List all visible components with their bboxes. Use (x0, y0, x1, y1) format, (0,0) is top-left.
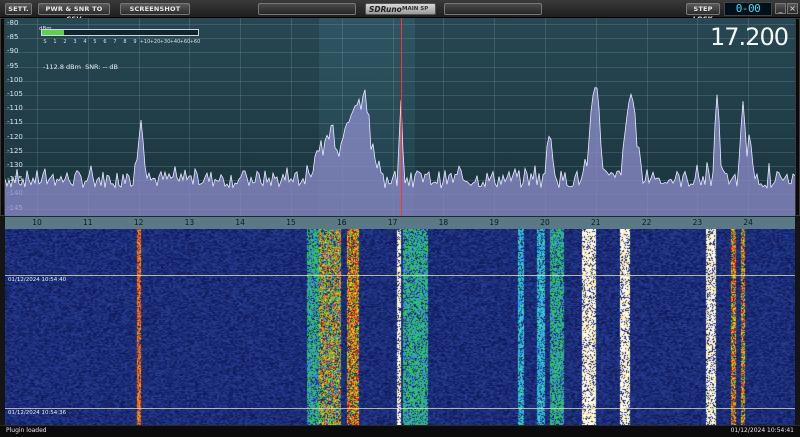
smeter-tick: 1 (53, 39, 57, 45)
waterfall-canvas (5, 229, 795, 425)
smeter-tick: S (43, 39, 47, 45)
waterfall-panel[interactable]: 01/12/2024 10:54:40 01/12/2024 10:54:36 (5, 229, 795, 425)
smeter-tick: +60 (189, 39, 201, 45)
axis-label: 14 (235, 218, 245, 227)
toolbar: SETT. PWR & SNR TO CSV SCREENSHOT SDRuno… (0, 0, 800, 23)
s-meter: dBm S123456789+10+20+30+40+60+60 (39, 26, 201, 47)
minimize-button[interactable]: _ (775, 3, 786, 14)
waterfall-timestamp-1: 01/12/2024 10:54:40 (8, 277, 67, 283)
axis-label: 21 (591, 218, 601, 227)
smeter-tick: 9 (133, 39, 137, 45)
smeter-tick: 4 (83, 39, 87, 45)
smeter-bar (41, 29, 199, 36)
axis-label: 19 (489, 218, 499, 227)
step-lock-button[interactable]: STEP LOCK (686, 3, 720, 23)
axis-label: 24 (743, 218, 753, 227)
smeter-tick: 3 (73, 39, 77, 45)
axis-label: 13 (184, 218, 195, 227)
screenshot-button[interactable]: SCREENSHOT (120, 3, 190, 15)
axis-label: 20 (540, 218, 550, 227)
smeter-tick: 2 (63, 39, 67, 45)
smeter-fill (42, 30, 64, 35)
axis-label: 12 (133, 218, 144, 227)
window-title: SDRuno MAIN SP (365, 3, 436, 15)
axis-label: 17 (387, 218, 398, 227)
axis-label: 16 (337, 218, 347, 227)
spectrum-trace (5, 87, 795, 216)
status-message: Plugin loaded (6, 427, 47, 434)
smeter-tick: 8 (123, 39, 127, 45)
sdruno-main-spectrum-window: SETT. PWR & SNR TO CSV SCREENSHOT SDRuno… (0, 0, 800, 437)
smeter-tick: 7 (113, 39, 117, 45)
spectrum-panel[interactable]: -80 -85 -90 -95 -100 -105 -110 -115 -120 -125 -130… (5, 18, 795, 216)
tuning-marker[interactable] (401, 18, 402, 216)
panel-title: MAIN SP (402, 6, 429, 12)
vrx-counter: 0-00 (724, 2, 772, 16)
power-snr-readout: -112.8 dBm SNR: -- dB (43, 63, 118, 71)
smeter-tick: +10 (139, 39, 151, 45)
status-bar: Plugin loaded 01/12/2024 10:54:41 (0, 425, 800, 437)
settings-button[interactable]: SETT. (5, 3, 32, 15)
waterfall-timestamp-2: 01/12/2024 10:54:36 (8, 410, 67, 416)
smeter-tick: +20 (149, 39, 161, 45)
waterfall-time-line-1 (5, 275, 795, 276)
waterfall-time-line-2 (5, 408, 795, 409)
spectrum-area (5, 87, 795, 216)
sdruno-logo: SDRuno (369, 5, 402, 14)
smeter-tick: +30 (159, 39, 171, 45)
pwr-snr-csv-button[interactable]: PWR & SNR TO CSV (38, 3, 110, 23)
smeter-tick: +40 (169, 39, 181, 45)
axis-label: 10 (32, 218, 42, 227)
spectrum-right-scrollbar[interactable] (795, 18, 800, 216)
smeter-scale: S 1 2 3 4 5 6 7 8 9 +10 +20 +30 +40 +60 +60 (41, 39, 201, 47)
frequency-display: 17.200 (710, 23, 789, 51)
frequency-axis[interactable]: 10 11 12 13 14 15 16 17 18 19 20 21 22 23 24 (5, 216, 795, 229)
axis-label: 18 (438, 218, 449, 227)
axis-label: 22 (641, 218, 652, 227)
axis-label: 23 (692, 218, 703, 227)
smeter-tick: 6 (103, 39, 107, 45)
close-button[interactable]: × (787, 3, 798, 14)
axis-label: 11 (83, 218, 93, 227)
smeter-tick: 5 (93, 39, 97, 45)
toolbar-blank-button-right[interactable] (444, 3, 542, 15)
axis-label: 15 (286, 218, 296, 227)
toolbar-blank-button-left[interactable] (258, 3, 356, 15)
status-datetime: 01/12/2024 10:54:41 (730, 427, 794, 434)
smeter-tick: +60 (179, 39, 191, 45)
